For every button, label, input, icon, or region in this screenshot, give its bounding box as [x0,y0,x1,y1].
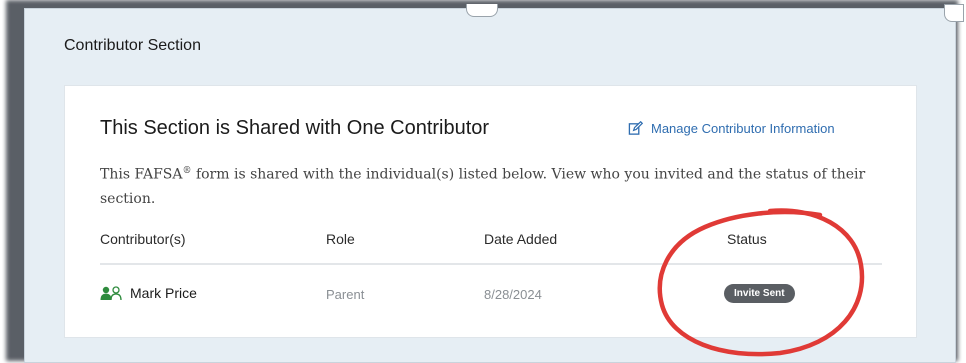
people-icon [100,286,122,300]
description-prefix: This FAFSA [100,166,183,183]
manage-link-label: Manage Contributor Information [651,121,835,136]
column-header-role: Role [326,231,355,247]
table-row-contributor-name: Mark Price [100,285,197,301]
status-badge: Invite Sent [724,284,795,303]
section-title: Contributor Section [64,37,201,54]
column-header-date-added: Date Added [484,231,558,247]
contributor-name: Mark Price [130,285,197,301]
contributor-role: Parent [326,287,365,302]
description-suffix: form is shared with the individual(s) li… [100,166,866,207]
contributor-date-added: 8/28/2024 [484,287,542,302]
top-tab-notch [466,4,498,17]
card-heading: This Section is Shared with One Contribu… [100,117,490,139]
column-header-status: Status [727,231,767,247]
card-description: This FAFSA® form is shared with the indi… [100,159,890,211]
corner-notch [944,4,964,22]
registered-mark: ® [182,166,192,176]
column-header-contributors: Contributor(s) [100,231,186,247]
table-header-divider [100,263,882,265]
manage-contributor-link[interactable]: Manage Contributor Information [628,121,835,136]
edit-icon [628,121,643,135]
